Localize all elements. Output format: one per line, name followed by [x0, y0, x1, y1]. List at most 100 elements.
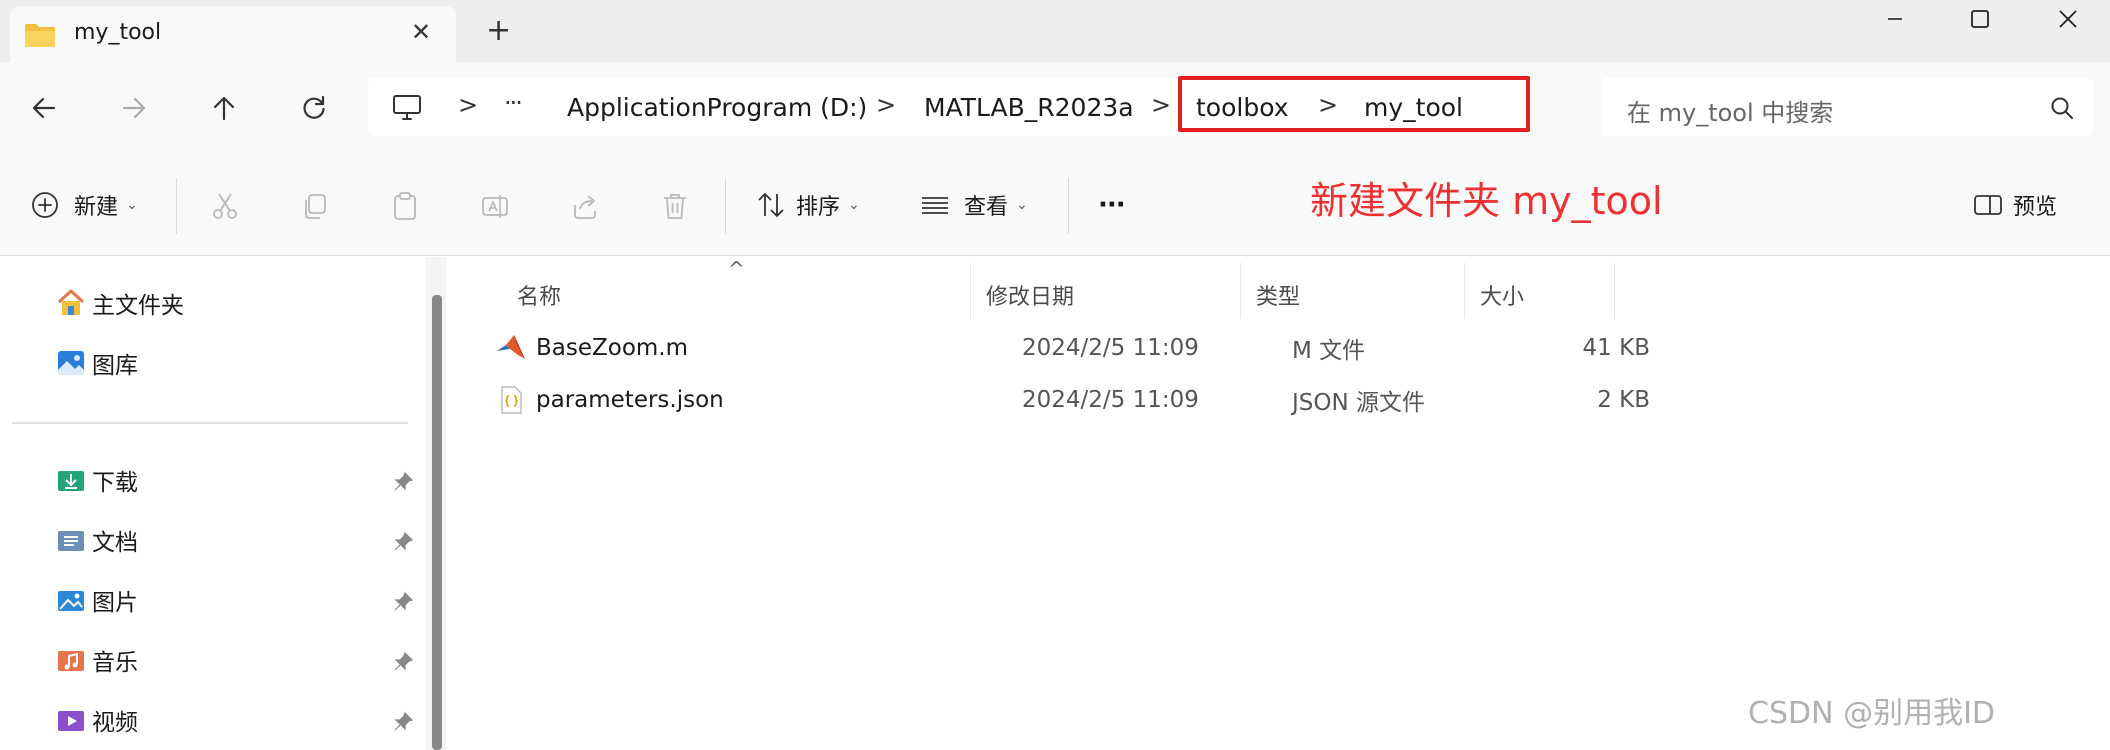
- maximize-button[interactable]: [1950, 4, 2010, 34]
- sidebar-item-pictures[interactable]: 图片: [56, 580, 138, 620]
- breadcrumb-separator-icon[interactable]: >: [1151, 91, 1171, 119]
- preview-pane-icon: [1974, 195, 2002, 215]
- matlab-file-icon: [497, 335, 525, 359]
- tab-title: my_tool: [74, 20, 162, 45]
- share-button[interactable]: [569, 190, 601, 222]
- search-input[interactable]: 在 my_tool 中搜索: [1627, 93, 1833, 128]
- column-divider[interactable]: [970, 263, 971, 319]
- pin-icon[interactable]: [392, 531, 414, 553]
- column-divider[interactable]: [1614, 263, 1615, 319]
- column-divider[interactable]: [1240, 263, 1241, 319]
- sort-icon: [758, 193, 784, 217]
- plus-circle-icon: [32, 192, 58, 218]
- sidebar-item-documents[interactable]: 文档: [56, 520, 138, 560]
- file-name: BaseZoom.m: [536, 335, 689, 361]
- breadcrumb-separator-icon[interactable]: >: [458, 91, 478, 119]
- pin-icon[interactable]: [392, 471, 414, 493]
- json-file-icon: [501, 386, 522, 414]
- up-button[interactable]: [202, 86, 246, 130]
- copy-icon: [305, 194, 326, 219]
- column-header-modified[interactable]: 修改日期: [974, 273, 1244, 317]
- more-options-button[interactable]: ···: [1098, 154, 1126, 256]
- scissors-icon: [213, 193, 237, 219]
- preview-pane-button[interactable]: 预览: [1973, 154, 2057, 256]
- videos-icon: [58, 711, 84, 731]
- sidebar-item-label: 文档: [92, 530, 138, 556]
- title-bar: my_tool ✕ +: [0, 0, 2110, 64]
- sidebar-item-home[interactable]: 主文件夹: [56, 283, 184, 323]
- breadcrumb-ellipsis[interactable]: ···: [504, 89, 523, 117]
- sort-button[interactable]: 排序 ⌄: [756, 154, 860, 256]
- tab-close-icon[interactable]: ✕: [406, 18, 436, 46]
- delete-button[interactable]: [659, 190, 691, 222]
- chevron-down-icon: ⌄: [848, 197, 860, 213]
- close-icon: [2059, 10, 2077, 28]
- command-bar: 新建 ⌄ 排序 ⌄ 查看 ⌄ ··· 预览: [0, 154, 2110, 256]
- refresh-button[interactable]: [292, 86, 336, 130]
- new-tab-button[interactable]: +: [486, 16, 511, 46]
- this-pc-icon: [393, 95, 421, 120]
- file-type: M 文件: [1292, 338, 1366, 364]
- sidebar-item-label: 图片: [92, 590, 138, 616]
- sidebar-item-videos[interactable]: 视频: [56, 700, 138, 740]
- sort-label: 排序: [796, 195, 841, 220]
- back-arrow-icon: [32, 97, 56, 119]
- sidebar-divider: [12, 422, 408, 424]
- trash-icon: [664, 194, 686, 219]
- documents-icon: [58, 531, 84, 551]
- view-list-icon: [922, 197, 948, 214]
- column-header-size[interactable]: 大小: [1468, 273, 1618, 317]
- music-icon: [58, 651, 84, 671]
- close-window-button[interactable]: [2038, 4, 2098, 34]
- copy-button[interactable]: [299, 190, 331, 222]
- sidebar-scrollbar-thumb[interactable]: [432, 295, 442, 750]
- pictures-icon: [58, 591, 84, 611]
- column-header-name[interactable]: 名称: [505, 273, 975, 317]
- tab-my-tool[interactable]: my_tool ✕: [10, 6, 456, 64]
- share-icon: [574, 195, 596, 219]
- cut-button[interactable]: [209, 190, 241, 222]
- up-arrow-icon: [213, 96, 235, 121]
- breadcrumb-item-drive[interactable]: ApplicationProgram (D:): [567, 78, 867, 136]
- view-button[interactable]: 查看 ⌄: [920, 154, 1028, 256]
- command-divider: [725, 178, 726, 234]
- sidebar-item-downloads[interactable]: 下载: [56, 460, 138, 500]
- sidebar-item-label: 图库: [92, 353, 138, 379]
- new-button[interactable]: 新建 ⌄: [30, 154, 138, 256]
- sidebar-item-gallery[interactable]: 图库: [56, 343, 138, 383]
- refresh-icon: [303, 95, 325, 119]
- column-divider[interactable]: [1464, 263, 1465, 319]
- chevron-down-icon: ⌄: [126, 197, 138, 213]
- pin-icon[interactable]: [392, 591, 414, 613]
- navigation-pane: 主文件夹 图库 下载 文档 图片 音乐 视频: [0, 257, 440, 750]
- forward-button[interactable]: [112, 86, 156, 130]
- breadcrumb-separator-icon[interactable]: >: [876, 91, 896, 119]
- breadcrumb-item-matlab[interactable]: MATLAB_R2023a: [924, 78, 1134, 136]
- rename-button[interactable]: [479, 190, 511, 222]
- file-name: parameters.json: [536, 387, 724, 413]
- pin-icon[interactable]: [392, 711, 414, 733]
- file-size: 2 KB: [1597, 387, 1650, 413]
- column-header-type[interactable]: 类型: [1244, 273, 1464, 317]
- minimize-icon: [1888, 18, 1902, 20]
- paste-button[interactable]: [389, 190, 421, 222]
- search-box[interactable]: 在 my_tool 中搜索: [1601, 78, 2093, 136]
- search-icon: [2051, 97, 2073, 119]
- chevron-down-icon: ⌄: [1016, 197, 1028, 213]
- table-row[interactable]: parameters.json 2024/2/5 11:09 JSON 源文件 …: [496, 377, 1726, 423]
- maximize-icon: [1971, 10, 1989, 28]
- file-modified: 2024/2/5 11:09: [1022, 387, 1199, 413]
- sidebar-item-label: 音乐: [92, 650, 138, 676]
- file-type: JSON 源文件: [1292, 390, 1426, 416]
- minimize-button[interactable]: [1865, 4, 1925, 34]
- sidebar-item-music[interactable]: 音乐: [56, 640, 138, 680]
- clipboard-icon: [394, 192, 416, 220]
- sidebar-item-label: 视频: [92, 710, 138, 736]
- annotation-text: 新建文件夹 my_tool: [1310, 179, 1663, 223]
- back-button[interactable]: [22, 86, 66, 130]
- command-divider: [176, 178, 177, 234]
- sidebar-item-label: 下载: [92, 470, 138, 496]
- file-list: ^ 名称 修改日期 类型 大小 BaseZoom.m 2024/2/5 11:0…: [456, 257, 2110, 750]
- table-row[interactable]: BaseZoom.m 2024/2/5 11:09 M 文件 41 KB: [496, 325, 1726, 371]
- pin-icon[interactable]: [392, 651, 414, 673]
